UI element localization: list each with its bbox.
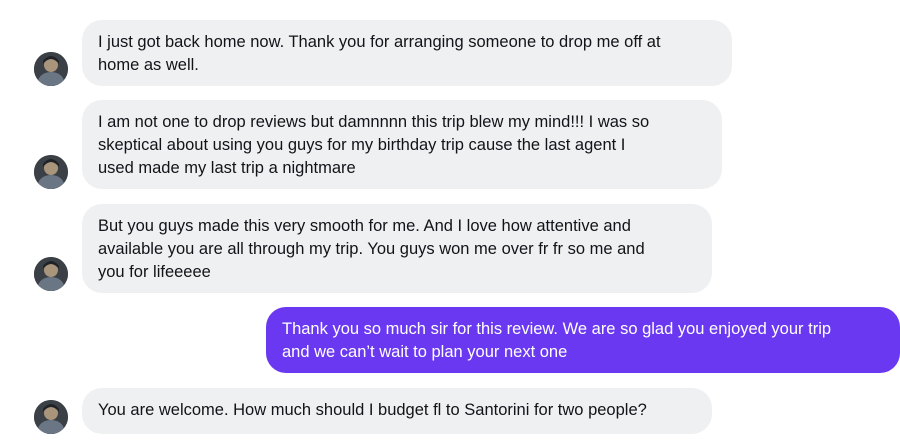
message-thread: I just got back home now. Thank you for … <box>0 0 900 444</box>
message-text-line: But you guys made this very smooth for m… <box>98 217 631 235</box>
message-text-line: home as well. <box>98 56 199 74</box>
incoming-message-bubble[interactable]: I just got back home now. Thank you for … <box>82 20 732 86</box>
message-text-line: available you are all through my trip. Y… <box>98 240 645 258</box>
incoming-message-bubble[interactable]: You are welcome. How much should I budge… <box>82 388 712 434</box>
incoming-message-bubble[interactable]: But you guys made this very smooth for m… <box>82 204 712 293</box>
contact-avatar-icon[interactable] <box>34 257 68 291</box>
avatar-photo <box>34 257 68 291</box>
contact-avatar-icon[interactable] <box>34 400 68 434</box>
message-text-line: I just got back home now. Thank you for … <box>98 33 661 51</box>
message-text-line: skeptical about using you guys for my bi… <box>98 136 626 154</box>
message-text-line: and we can’t wait to plan your next one <box>282 343 568 361</box>
avatar-photo <box>34 52 68 86</box>
contact-avatar-icon[interactable] <box>34 155 68 189</box>
message-text-line: you for lifeeeee <box>98 263 211 281</box>
avatar-photo <box>34 155 68 189</box>
incoming-message-bubble[interactable]: I am not one to drop reviews but damnnnn… <box>82 100 722 189</box>
contact-avatar-icon[interactable] <box>34 52 68 86</box>
message-text-line: I am not one to drop reviews but damnnnn… <box>98 113 650 131</box>
message-text-line: Thank you so much sir for this review. W… <box>282 320 832 338</box>
message-text-line: used made my last trip a nightmare <box>98 159 356 177</box>
message-text-line: You are welcome. How much should I budge… <box>98 401 647 419</box>
outgoing-message-bubble[interactable]: Thank you so much sir for this review. W… <box>266 307 900 373</box>
avatar-photo <box>34 400 68 434</box>
